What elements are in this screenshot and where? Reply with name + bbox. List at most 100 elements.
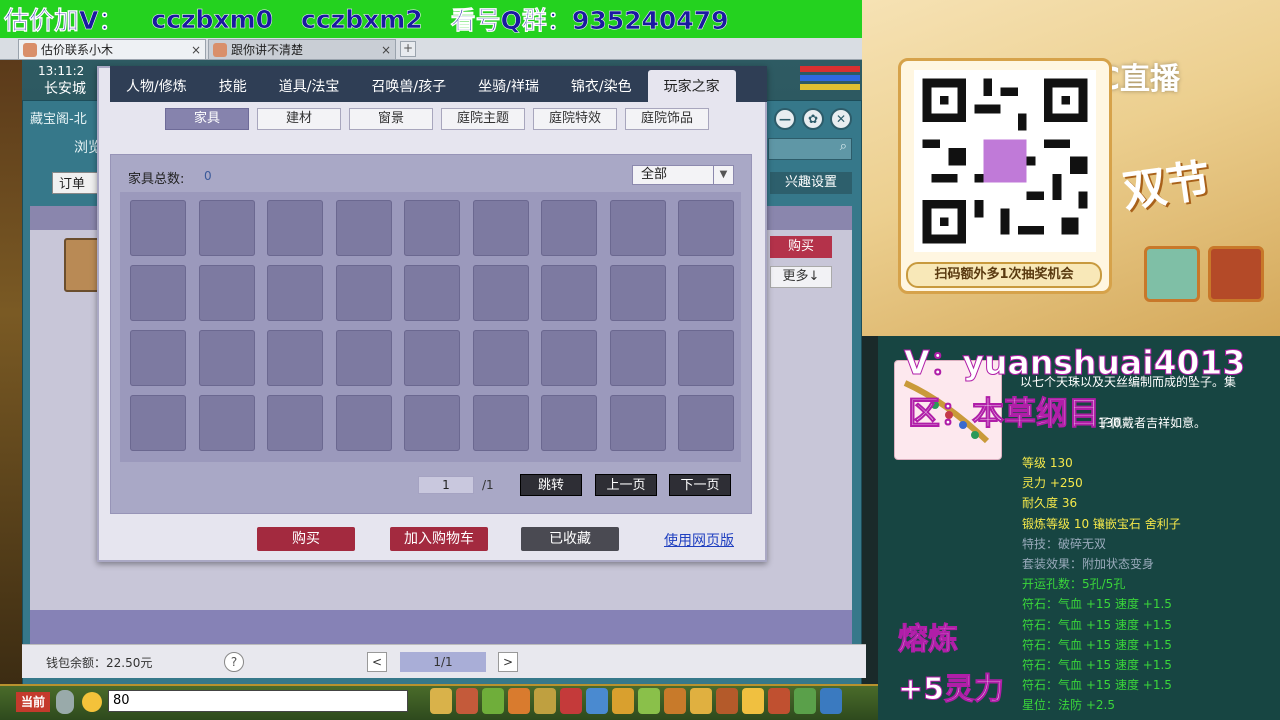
furniture-slot[interactable] bbox=[130, 265, 186, 321]
shortcut-icon[interactable] bbox=[820, 688, 842, 714]
browser-tab-0[interactable]: 估价联系小木 × bbox=[18, 39, 206, 59]
furniture-slot[interactable] bbox=[472, 200, 529, 256]
tab-character[interactable]: 人物/修炼 bbox=[110, 70, 203, 102]
tab-title: 估价联系小木 bbox=[41, 43, 114, 57]
furniture-slot[interactable] bbox=[267, 200, 323, 256]
furniture-slot[interactable] bbox=[335, 395, 392, 451]
furniture-slot[interactable] bbox=[472, 330, 529, 386]
furniture-slot[interactable] bbox=[609, 265, 666, 321]
shortcut-icon[interactable] bbox=[508, 688, 530, 714]
subtab-yard-decor[interactable]: 庭院饰品 bbox=[625, 108, 709, 130]
shortcut-icon[interactable] bbox=[638, 688, 660, 714]
listing-buy-button[interactable]: 购买 bbox=[770, 236, 832, 258]
item-stat-line: 套装效果：附加状态变身 bbox=[1022, 557, 1155, 571]
furniture-slot[interactable] bbox=[678, 395, 734, 451]
listing-more-button[interactable]: 更多↓ bbox=[770, 266, 832, 288]
page-next-button[interactable]: > bbox=[498, 652, 518, 672]
furniture-slot[interactable] bbox=[472, 265, 529, 321]
prev-page-button[interactable]: 上一页 bbox=[595, 474, 657, 496]
shortcut-icon[interactable] bbox=[430, 688, 452, 714]
furniture-slot[interactable] bbox=[541, 265, 597, 321]
tab-items[interactable]: 道具/法宝 bbox=[263, 70, 356, 102]
shortcut-icon[interactable] bbox=[482, 688, 504, 714]
furniture-slot[interactable] bbox=[335, 330, 392, 386]
help-icon[interactable]: ? bbox=[224, 652, 244, 672]
furniture-slot[interactable] bbox=[130, 330, 186, 386]
settings-icon[interactable]: ✿ bbox=[802, 108, 824, 130]
interest-settings-button[interactable]: 兴趣设置 bbox=[770, 172, 852, 194]
jump-button[interactable]: 跳转 bbox=[520, 474, 582, 496]
furniture-slot[interactable] bbox=[541, 200, 597, 256]
tab-close-icon[interactable]: × bbox=[381, 43, 391, 57]
tab-close-icon[interactable]: × bbox=[191, 43, 201, 57]
mic-icon[interactable] bbox=[56, 690, 74, 714]
furniture-slot[interactable] bbox=[609, 330, 666, 386]
page-number-input[interactable]: 1 bbox=[418, 476, 474, 494]
tab-outfits[interactable]: 锦衣/染色 bbox=[555, 70, 648, 102]
tab-favicon-icon bbox=[213, 42, 227, 57]
tab-pets[interactable]: 召唤兽/孩子 bbox=[355, 70, 462, 102]
furniture-slot[interactable] bbox=[335, 200, 392, 256]
furniture-slot[interactable] bbox=[404, 395, 460, 451]
close-icon[interactable]: ✕ bbox=[830, 108, 852, 130]
buy-button[interactable]: 购买 bbox=[257, 527, 355, 551]
furniture-slot[interactable] bbox=[198, 395, 255, 451]
chevron-down-icon[interactable]: ▼ bbox=[713, 166, 733, 184]
next-page-button[interactable]: 下一页 bbox=[669, 474, 731, 496]
furniture-slot[interactable] bbox=[267, 330, 323, 386]
tab-skills[interactable]: 技能 bbox=[203, 70, 263, 102]
tab-player-home[interactable]: 玩家之家 bbox=[647, 70, 736, 102]
shortcut-icon[interactable] bbox=[586, 688, 608, 714]
subtab-yard-theme[interactable]: 庭院主题 bbox=[441, 108, 525, 130]
shortcut-icon[interactable] bbox=[664, 688, 686, 714]
furniture-slot[interactable] bbox=[472, 395, 529, 451]
furniture-slot[interactable] bbox=[198, 200, 255, 256]
shortcut-icon[interactable] bbox=[612, 688, 634, 714]
emoji-icon[interactable] bbox=[82, 692, 102, 712]
furniture-slot[interactable] bbox=[267, 265, 323, 321]
page-prev-button[interactable]: < bbox=[367, 652, 387, 672]
chat-input[interactable]: 80 bbox=[108, 690, 408, 712]
furniture-slot[interactable] bbox=[678, 265, 734, 321]
furniture-slot[interactable] bbox=[541, 395, 597, 451]
shortcut-icon[interactable] bbox=[560, 688, 582, 714]
furniture-slot[interactable] bbox=[678, 330, 734, 386]
shortcut-icon[interactable] bbox=[690, 688, 712, 714]
item-stat-line: 符石：气血 +15 速度 +1.5 bbox=[1022, 658, 1172, 672]
shortcut-icon[interactable] bbox=[534, 688, 556, 714]
furniture-slot[interactable] bbox=[267, 395, 323, 451]
furniture-slot[interactable] bbox=[609, 200, 666, 256]
tab-mounts[interactable]: 坐骑/祥瑞 bbox=[462, 70, 555, 102]
shortcut-icon[interactable] bbox=[794, 688, 816, 714]
furniture-slot[interactable] bbox=[678, 200, 734, 256]
subtab-furniture[interactable]: 家具 bbox=[165, 108, 249, 130]
add-to-cart-button[interactable]: 加入购物车 bbox=[390, 527, 488, 551]
favorited-button[interactable]: 已收藏 bbox=[521, 527, 619, 551]
furniture-slot[interactable] bbox=[404, 265, 460, 321]
filter-select[interactable]: 全部 ▼ bbox=[632, 165, 734, 185]
furniture-slot[interactable] bbox=[541, 330, 597, 386]
furniture-slot[interactable] bbox=[198, 330, 255, 386]
browser-tab-1[interactable]: 跟你讲不清楚 × bbox=[208, 39, 396, 59]
chat-channel-button[interactable]: 当前 bbox=[16, 692, 50, 712]
shortcut-icon[interactable] bbox=[456, 688, 478, 714]
furniture-slot[interactable] bbox=[130, 200, 186, 256]
furniture-slot[interactable] bbox=[609, 395, 666, 451]
shortcut-icon[interactable] bbox=[768, 688, 790, 714]
furniture-slot[interactable] bbox=[130, 395, 186, 451]
item-stat-line: 符石：气血 +15 速度 +1.5 bbox=[1022, 597, 1172, 612]
web-version-link[interactable]: 使用网页版 bbox=[664, 530, 734, 550]
order-button[interactable]: 订单 bbox=[52, 172, 100, 194]
minimize-icon[interactable]: — bbox=[774, 108, 796, 130]
shortcut-icon[interactable] bbox=[716, 688, 738, 714]
furniture-slot[interactable] bbox=[198, 265, 255, 321]
subtab-yard-effects[interactable]: 庭院特效 bbox=[533, 108, 617, 130]
shortcut-icon[interactable] bbox=[742, 688, 764, 714]
furniture-slot[interactable] bbox=[404, 200, 460, 256]
new-tab-button[interactable]: + bbox=[400, 41, 416, 57]
furniture-slot[interactable] bbox=[404, 330, 460, 386]
search-icon[interactable]: ⌕ bbox=[768, 138, 852, 160]
subtab-window-view[interactable]: 窗景 bbox=[349, 108, 433, 130]
furniture-slot[interactable] bbox=[335, 265, 392, 321]
subtab-materials[interactable]: 建材 bbox=[257, 108, 341, 130]
